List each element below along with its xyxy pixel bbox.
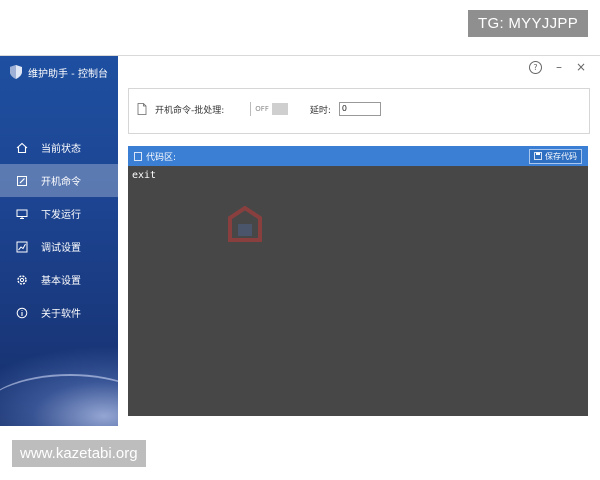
document-icon xyxy=(137,103,147,115)
save-code-label: 保存代码 xyxy=(545,151,577,161)
code-doc-icon xyxy=(134,151,142,161)
website-badge: www.kazetabi.org xyxy=(12,440,146,467)
boot-command-settings: 开机命令-批处理: OFF 延时: 0 xyxy=(128,88,590,134)
minimize-button[interactable]: – xyxy=(556,60,562,74)
toggle-knob[interactable] xyxy=(271,103,288,115)
watermark-logo xyxy=(228,205,378,256)
code-panel: 代码区: 保存代码 exit xyxy=(128,146,588,416)
edit-icon xyxy=(17,175,27,186)
batch-label: 开机命令-批处理: xyxy=(155,105,225,116)
code-header: 代码区: 保存代码 xyxy=(128,146,588,166)
chart-icon xyxy=(16,241,28,252)
settings-row: 开机命令-批处理: OFF 延时: 0 xyxy=(137,102,381,116)
app-title: 维护助手 - 控制台 xyxy=(10,62,108,82)
sidebar-item-label: 下发运行 xyxy=(41,210,81,221)
sidebar-item-deploy[interactable]: 下发运行 xyxy=(0,197,118,230)
window-controls: ? – × xyxy=(528,60,586,74)
sidebar-item-settings[interactable]: 基本设置 xyxy=(0,263,118,296)
delay-label: 延时: xyxy=(309,105,331,116)
code-header-label: 代码区: xyxy=(146,152,177,163)
tg-badge: TG: MYYJJPP xyxy=(468,10,588,37)
sidebar-horizon xyxy=(0,374,118,426)
sidebar-item-debug[interactable]: 调试设置 xyxy=(0,230,118,263)
close-button[interactable]: × xyxy=(576,60,586,74)
watermark-icon xyxy=(228,205,262,242)
save-icon xyxy=(534,152,542,160)
help-button[interactable]: ? xyxy=(528,60,542,74)
app-title-text: 维护助手 - 控制台 xyxy=(28,68,108,80)
gear-icon xyxy=(17,274,27,285)
sidebar-item-boot-command[interactable]: 开机命令 xyxy=(0,164,118,197)
sidebar-item-label: 开机命令 xyxy=(41,177,81,188)
toggle-state-label: OFF xyxy=(255,105,269,113)
sidebar-item-label: 基本设置 xyxy=(41,276,81,287)
save-code-button[interactable]: 保存代码 xyxy=(529,148,582,164)
batch-toggle[interactable]: OFF xyxy=(250,102,288,116)
sidebar-item-status[interactable]: 当前状态 xyxy=(0,131,118,164)
sidebar-item-label: 关于软件 xyxy=(41,309,81,320)
shield-icon xyxy=(10,65,22,79)
sidebar: 维护助手 - 控制台 当前状态 开机命令 下发运行 调试设置 基本设置 关于软件 xyxy=(0,56,118,426)
delay-input[interactable]: 0 xyxy=(338,102,381,116)
sidebar-item-label: 当前状态 xyxy=(41,144,81,155)
app-window: 维护助手 - 控制台 当前状态 开机命令 下发运行 调试设置 基本设置 关于软件… xyxy=(0,55,600,426)
monitor-icon xyxy=(16,209,28,219)
home-icon xyxy=(16,142,28,153)
code-title: 代码区: xyxy=(134,150,176,163)
sidebar-item-label: 调试设置 xyxy=(41,243,81,254)
sidebar-item-about[interactable]: 关于软件 xyxy=(0,296,118,329)
info-icon xyxy=(16,307,28,318)
main-content: ? – × 开机命令-批处理: OFF 延时: 0 代码区: 保存代码 exit xyxy=(118,56,600,426)
sidebar-nav: 当前状态 开机命令 下发运行 调试设置 基本设置 关于软件 xyxy=(0,131,118,329)
